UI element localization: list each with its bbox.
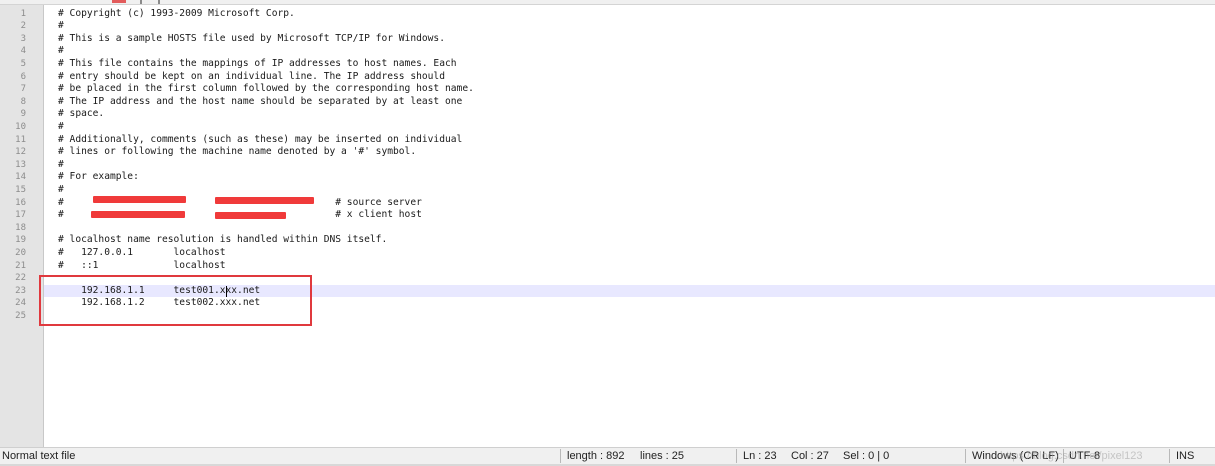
line-number: 18 <box>15 222 26 233</box>
line-text: # For example: <box>58 171 139 183</box>
text-line[interactable]: # For example: <box>44 171 1215 184</box>
line-number: 1 <box>20 8 26 19</box>
line-number: 21 <box>15 260 26 271</box>
text-line[interactable]: # Additionally, comments (such as these)… <box>44 134 1215 147</box>
toolbar-divider <box>140 0 142 4</box>
cursor-line-label: Ln : 23 <box>743 450 777 462</box>
text-line[interactable]: # ::1 localhost <box>44 260 1215 273</box>
watermark-text: https://blog.csdn.net/pixel123 <box>1000 450 1143 462</box>
line-number: 7 <box>20 84 26 95</box>
text-line[interactable]: # <box>44 45 1215 58</box>
annotation-box <box>39 275 312 326</box>
line-text: # Copyright (c) 1993-2009 Microsoft Corp… <box>58 7 295 19</box>
text-line[interactable]: # This is a sample HOSTS file used by Mi… <box>44 33 1215 46</box>
line-text: # 127.0.0.1 localhost <box>58 246 226 258</box>
text-line[interactable]: # Copyright (c) 1993-2009 Microsoft Corp… <box>44 8 1215 21</box>
toolbar-divider <box>158 0 160 4</box>
redaction-mark <box>215 212 286 219</box>
line-number: 3 <box>20 33 26 44</box>
redaction-mark <box>215 197 314 204</box>
text-line[interactable]: # <box>44 184 1215 197</box>
text-line[interactable]: # 127.0.0.1 localhost <box>44 247 1215 260</box>
line-text: # <box>58 45 64 57</box>
text-line[interactable]: # <box>44 20 1215 33</box>
status-divider <box>965 449 966 463</box>
text-editor-area[interactable]: # Copyright (c) 1993-2009 Microsoft Corp… <box>44 5 1215 447</box>
line-text: # space. <box>58 108 105 120</box>
line-number: 25 <box>15 310 26 321</box>
text-line[interactable] <box>44 222 1215 235</box>
line-text: # <box>58 20 64 32</box>
line-number: 8 <box>20 96 26 107</box>
line-text: # This is a sample HOSTS file used by Mi… <box>58 32 445 44</box>
status-bar: Normal text file length : 892 lines : 25… <box>0 447 1215 464</box>
line-number: 17 <box>15 210 26 221</box>
line-number: 24 <box>15 298 26 309</box>
text-line[interactable]: # entry should be kept on an individual … <box>44 71 1215 84</box>
length-label: length : 892 <box>567 450 625 462</box>
line-number: 9 <box>20 109 26 120</box>
text-line[interactable]: # lines or following the machine name de… <box>44 146 1215 159</box>
line-text: # localhost name resolution is handled w… <box>58 234 388 246</box>
text-line[interactable]: # localhost name resolution is handled w… <box>44 234 1215 247</box>
text-line[interactable]: # <box>44 121 1215 134</box>
line-text: # lines or following the machine name de… <box>58 146 417 158</box>
line-number: 10 <box>15 121 26 132</box>
line-number: 15 <box>15 184 26 195</box>
line-text: # This file contains the mappings of IP … <box>58 57 457 69</box>
line-text: # <box>58 158 64 170</box>
text-line[interactable]: # <box>44 159 1215 172</box>
redaction-mark <box>91 211 185 218</box>
status-divider <box>560 449 561 463</box>
line-number: 19 <box>15 235 26 246</box>
line-text: # be placed in the first column followed… <box>58 83 474 95</box>
status-divider <box>736 449 737 463</box>
tab-indicator <box>112 0 126 3</box>
line-number: 2 <box>20 21 26 32</box>
line-text: # <box>58 120 64 132</box>
line-text: # <box>58 183 64 195</box>
line-number: 23 <box>15 285 26 296</box>
insert-mode-label[interactable]: INS <box>1176 448 1194 464</box>
line-number: 13 <box>15 159 26 170</box>
text-line[interactable]: # The IP address and the host name shoul… <box>44 96 1215 109</box>
text-line[interactable]: # be placed in the first column followed… <box>44 83 1215 96</box>
line-number: 22 <box>15 273 26 284</box>
file-type-label: Normal text file <box>2 450 76 462</box>
redaction-mark <box>93 196 186 203</box>
line-number: 4 <box>20 46 26 57</box>
line-text: # entry should be kept on an individual … <box>58 70 445 82</box>
line-number: 14 <box>15 172 26 183</box>
line-number-gutter[interactable]: 1 2 3 4 5 6 7 8 9 10 11 12 13 14 15 16 17 18 19 20 21 22 23 24 2… <box>0 5 44 447</box>
line-number: 20 <box>15 247 26 258</box>
line-number: 6 <box>20 71 26 82</box>
cursor-column-label: Col : 27 <box>791 450 829 462</box>
text-line[interactable]: # space. <box>44 108 1215 121</box>
line-text: # Additionally, comments (such as these)… <box>58 133 463 145</box>
text-line[interactable]: # This file contains the mappings of IP … <box>44 58 1215 71</box>
line-number: 5 <box>20 58 26 69</box>
lines-label: lines : 25 <box>640 450 685 462</box>
line-number: 11 <box>15 134 26 145</box>
line-text: # ::1 localhost <box>58 259 226 271</box>
line-number: 16 <box>15 197 26 208</box>
line-text: # The IP address and the host name shoul… <box>58 95 463 107</box>
line-number: 12 <box>15 147 26 158</box>
status-divider <box>1169 449 1170 463</box>
selection-label: Sel : 0 | 0 <box>843 450 890 462</box>
